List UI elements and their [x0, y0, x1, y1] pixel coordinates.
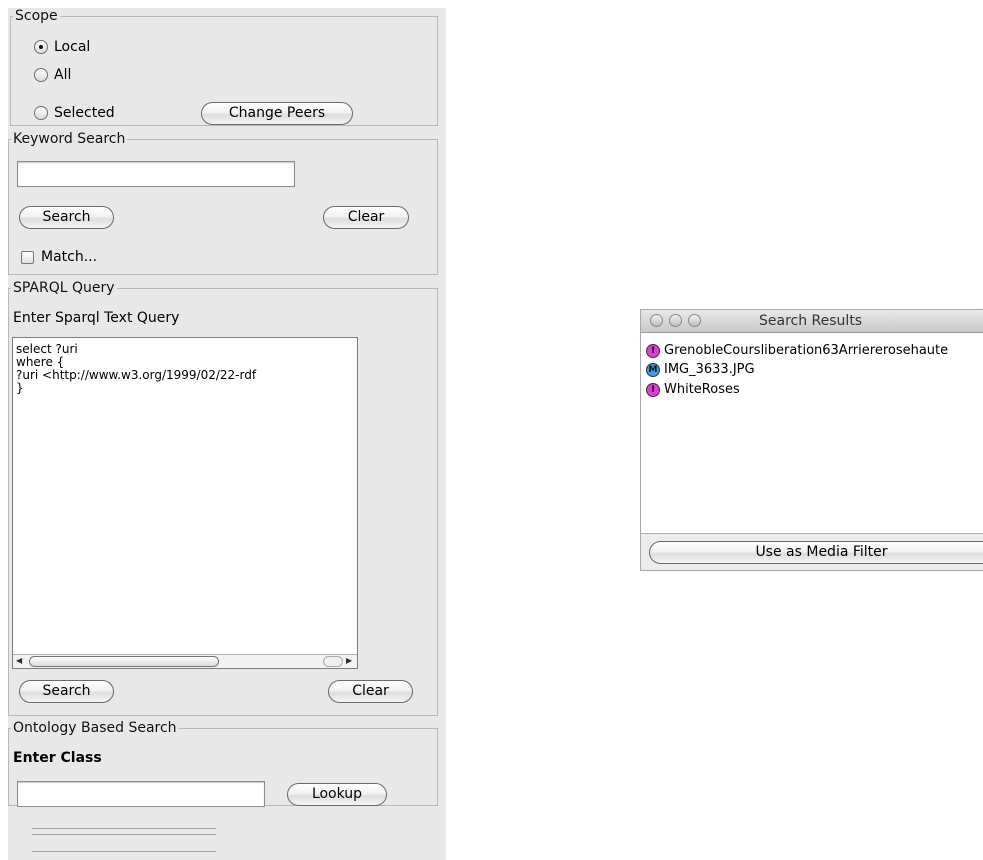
radio-selected-label: Selected: [54, 105, 115, 121]
class-input[interactable]: [17, 781, 265, 807]
window-titlebar[interactable]: Search Results: [641, 310, 983, 333]
search-results-window: Search Results I GrenobleCoursliberation6…: [640, 309, 983, 571]
splitter-grip[interactable]: [32, 828, 216, 829]
result-item-name: WhiteRoses: [664, 382, 740, 397]
result-item[interactable]: M IMG_3633.JPG: [646, 361, 755, 379]
sparql-query-textarea[interactable]: select ?uri where { ?uri <http://www.w3.…: [12, 337, 358, 669]
match-label: Match...: [41, 249, 98, 265]
sparql-search-button[interactable]: Search: [19, 680, 114, 703]
match-checkbox[interactable]: [21, 251, 34, 264]
media-badge-icon: M: [646, 362, 660, 377]
sparql-prompt: Enter Sparql Text Query: [13, 310, 180, 326]
radio-all-label: All: [54, 67, 72, 83]
splitter-grip[interactable]: [32, 851, 216, 852]
result-item-name: GrenobleCoursliberation63Arriererosehaut…: [664, 343, 949, 358]
splitter-grip[interactable]: [32, 834, 216, 835]
sparql-legend: SPARQL Query: [13, 280, 115, 296]
ontology-prompt: Enter Class: [13, 750, 102, 766]
keyword-search-legend: Keyword Search: [13, 131, 126, 147]
change-peers-button[interactable]: Change Peers: [201, 102, 353, 125]
ontology-legend: Ontology Based Search: [13, 720, 177, 736]
keyword-clear-button[interactable]: Clear: [323, 206, 409, 229]
radio-local[interactable]: [34, 40, 48, 54]
horizontal-scrollbar[interactable]: ◀ ▶: [13, 654, 357, 668]
minimize-window-icon[interactable]: [669, 314, 682, 327]
use-as-media-filter-button[interactable]: Use as Media Filter: [649, 541, 983, 564]
scope-legend: Scope: [15, 8, 58, 24]
close-window-icon[interactable]: [650, 314, 663, 327]
result-item[interactable]: I WhiteRoses: [646, 381, 740, 399]
keyword-search-button[interactable]: Search: [19, 206, 114, 229]
scrollbar-track-end: [323, 656, 343, 667]
scroll-left-icon[interactable]: ◀: [16, 656, 22, 665]
radio-selected-dot: [39, 45, 43, 49]
query-line: }: [16, 381, 24, 395]
instance-badge-icon: I: [646, 382, 660, 397]
scroll-right-icon[interactable]: ▶: [346, 656, 352, 665]
scrollbar-thumb[interactable]: [29, 656, 219, 667]
query-line: select ?uri: [16, 342, 78, 356]
sparql-clear-button[interactable]: Clear: [328, 680, 413, 703]
results-footer: Use as Media Filter: [641, 533, 983, 570]
query-line: ?uri <http://www.w3.org/1999/02/22-rdf: [16, 368, 257, 382]
keyword-input[interactable]: [17, 161, 295, 187]
radio-selected[interactable]: [34, 106, 48, 120]
zoom-window-icon[interactable]: [688, 314, 701, 327]
lookup-button[interactable]: Lookup: [287, 783, 387, 806]
window-title: Search Results: [759, 313, 863, 329]
result-item-name: IMG_3633.JPG: [664, 362, 755, 377]
radio-all[interactable]: [34, 68, 48, 82]
search-panel: Scope Local All Selected Change Peers Ke…: [8, 8, 446, 860]
result-item[interactable]: I GrenobleCoursliberation63Arriererosehau…: [646, 342, 948, 360]
radio-local-label: Local: [54, 39, 91, 55]
instance-badge-icon: I: [646, 343, 660, 358]
